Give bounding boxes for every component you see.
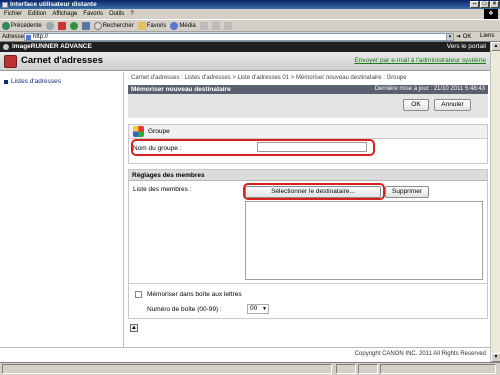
links-button[interactable]: Liens xyxy=(480,33,494,39)
window-title: Interface utilisateur distante xyxy=(10,1,97,8)
web-content: imageRUNNER ADVANCE Vers le portail Carn… xyxy=(0,42,490,362)
refresh-button[interactable] xyxy=(69,21,78,30)
breadcrumb: Carnet d'adresses : Listes d'adresses > … xyxy=(131,75,407,81)
sidebar: Listes d'adresses xyxy=(0,72,124,362)
print-icon xyxy=(223,21,232,30)
select-destination-button[interactable]: Sélectionner le destinataire... xyxy=(245,186,381,198)
divider xyxy=(129,283,487,284)
search-icon xyxy=(93,21,102,30)
mail-icon xyxy=(211,21,220,30)
minimize-button[interactable]: – xyxy=(470,1,479,8)
members-list-label: Liste des membres : xyxy=(133,186,192,193)
menu-bar: Fichier Edition Affichage Favoris Outils… xyxy=(0,9,500,19)
delete-button[interactable]: Supprimer xyxy=(385,186,429,198)
status-bar xyxy=(0,362,500,375)
address-book-icon xyxy=(4,55,17,68)
last-update: Dernière mise à jour : 21/10 2011 5:48:4… xyxy=(374,86,485,92)
product-header: imageRUNNER ADVANCE Vers le portail xyxy=(0,42,490,52)
store-in-mailbox-label: Mémoriser dans boîte aux lettres xyxy=(147,291,242,298)
address-dropdown[interactable]: ▾ xyxy=(446,33,454,41)
search-button[interactable]: Rechercher xyxy=(93,21,134,30)
members-listbox[interactable] xyxy=(245,201,483,280)
window-controls: – □ × xyxy=(470,1,499,8)
stop-button[interactable] xyxy=(57,21,66,30)
address-label: Adresse xyxy=(2,33,25,40)
menu-tools[interactable]: Outils xyxy=(109,11,124,17)
media-button[interactable]: Média xyxy=(170,21,196,30)
print-button[interactable] xyxy=(223,21,232,30)
highlight-group-name xyxy=(131,139,375,156)
go-button[interactable]: ➜ OK xyxy=(456,33,471,40)
menu-help[interactable]: ? xyxy=(130,11,133,17)
media-icon xyxy=(170,21,179,30)
scroll-up-button[interactable]: ▲ xyxy=(491,42,500,51)
box-number-select[interactable]: 00 ▼ xyxy=(247,304,269,314)
mail-button[interactable] xyxy=(211,21,220,30)
app-icon xyxy=(2,1,8,8)
status-text xyxy=(2,364,332,374)
home-icon xyxy=(81,21,90,30)
panel-title: Mémoriser nouveau destinataire xyxy=(131,86,231,93)
menu-edit[interactable]: Edition xyxy=(28,11,46,17)
windows-logo-icon: ❖ xyxy=(484,9,498,19)
members-section: Réglages des membres Liste des membres :… xyxy=(128,169,488,319)
ok-button[interactable]: OK xyxy=(403,99,429,111)
home-button[interactable] xyxy=(81,21,90,30)
group-icon xyxy=(133,126,144,137)
section-header: Carnet d'adresses Envoyer par e-mail à l… xyxy=(0,52,490,71)
history-button[interactable] xyxy=(199,21,208,30)
scroll-down-button[interactable]: ▼ xyxy=(491,353,500,362)
maximize-button[interactable]: □ xyxy=(480,1,489,8)
back-button[interactable]: Précédente xyxy=(2,21,42,30)
page-icon xyxy=(26,35,31,40)
vertical-scrollbar[interactable]: ▲ ▼ xyxy=(490,42,500,362)
bullet-icon xyxy=(4,79,8,84)
panel-title-bar: Mémoriser nouveau destinataire Dernière … xyxy=(128,85,488,94)
forward-arrow-icon xyxy=(45,21,54,30)
favorites-button[interactable]: Favoris xyxy=(137,21,166,30)
box-number-label: Numéro de boîte (00-99) : xyxy=(147,306,222,313)
close-button[interactable]: × xyxy=(490,1,499,8)
footer: Copyright CANON INC. 2011 All Rights Res… xyxy=(0,347,490,362)
sidebar-item-address-lists[interactable]: Listes d'adresses xyxy=(4,78,61,85)
menu-favorites[interactable]: Favoris xyxy=(83,11,103,17)
browser-toolbar: Précédente Rechercher Favoris Média xyxy=(0,19,500,32)
status-cell xyxy=(358,364,378,374)
stop-icon xyxy=(57,21,66,30)
copyright: Copyright CANON INC. 2011 All Rights Res… xyxy=(354,351,486,357)
action-row: OK Annuler xyxy=(128,94,488,118)
canon-logo-icon xyxy=(3,44,9,50)
group-name-row: Nom du groupe : xyxy=(129,139,487,163)
back-arrow-icon xyxy=(2,21,10,30)
menu-view[interactable]: Affichage xyxy=(52,11,77,17)
members-section-title: Réglages des membres xyxy=(129,170,487,181)
page-title: Carnet d'adresses xyxy=(21,55,103,66)
forward-button[interactable] xyxy=(45,21,54,30)
history-icon xyxy=(199,21,208,30)
main-content: Carnet d'adresses : Listes d'adresses > … xyxy=(124,72,490,362)
group-section-header: Groupe xyxy=(129,125,487,139)
chevron-down-icon: ▼ xyxy=(262,306,267,312)
refresh-icon xyxy=(69,21,78,30)
back-to-top-icon[interactable]: ▲ xyxy=(130,324,138,332)
product-name: imageRUNNER ADVANCE xyxy=(12,43,92,50)
email-admin-link[interactable]: Envoyer par e-mail à l'administrateur sy… xyxy=(354,57,486,64)
address-input[interactable]: http:// xyxy=(24,33,452,41)
store-in-mailbox-checkbox[interactable] xyxy=(135,291,142,298)
favorites-icon xyxy=(137,21,146,30)
group-section-label: Groupe xyxy=(148,128,170,135)
zone-indicator xyxy=(380,364,496,374)
group-section: Groupe Nom du groupe : xyxy=(128,124,488,164)
menu-file[interactable]: Fichier xyxy=(4,11,22,17)
cancel-button[interactable]: Annuler xyxy=(434,99,471,111)
portal-link[interactable]: Vers le portail xyxy=(447,42,486,52)
window-title-bar: Interface utilisateur distante – □ × xyxy=(0,0,500,9)
address-bar: Adresse http:// ▾ ➜ OK Liens xyxy=(0,32,500,42)
status-cell xyxy=(336,364,356,374)
